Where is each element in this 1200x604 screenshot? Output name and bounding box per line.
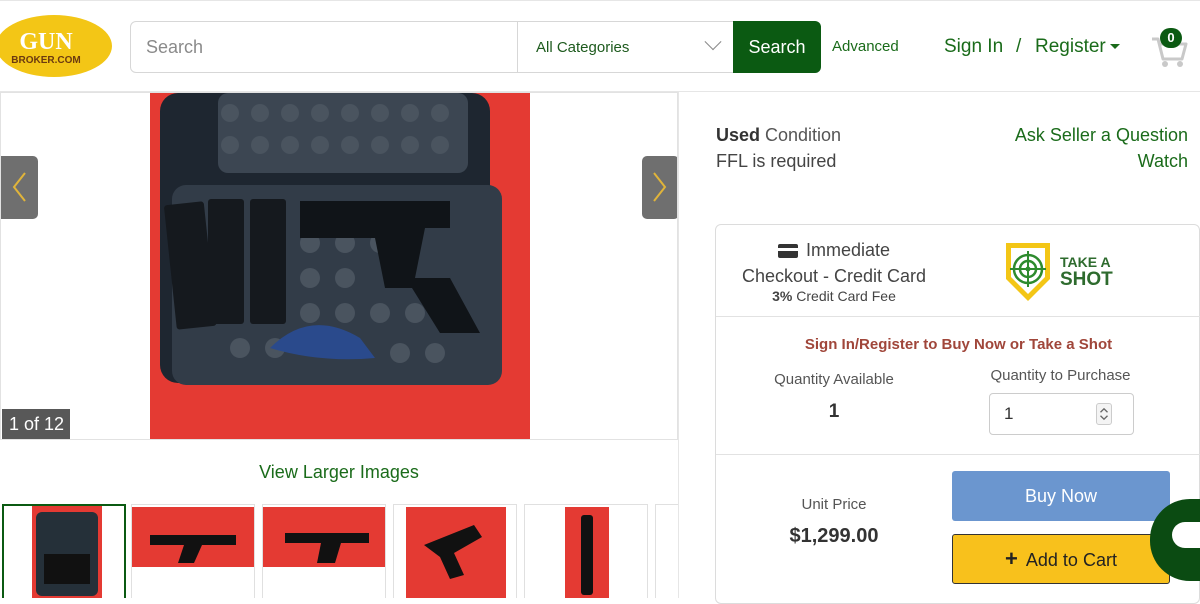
card-fee-text: 3% Credit Card Fee <box>716 288 952 304</box>
quantity-available-label: Quantity Available <box>774 371 894 388</box>
sign-in-link[interactable]: Sign In <box>944 36 1003 58</box>
register-label: Register <box>1035 36 1106 57</box>
checkout-info: Immediate Checkout - Credit Card <box>716 237 952 289</box>
thumbnail-strip <box>0 502 678 598</box>
main-product-photo[interactable] <box>150 93 530 440</box>
thumbnail-image <box>263 505 385 598</box>
logo-text-bottom: BROKER.COM <box>11 55 80 66</box>
card-fee-label: Credit Card Fee <box>792 288 896 304</box>
buy-box: Immediate Checkout - Credit Card 3% Cred… <box>715 224 1200 604</box>
image-counter: 1 of 12 <box>2 409 70 439</box>
site-header: GUN BROKER.COM All Categories Search Adv… <box>0 0 1200 92</box>
quantity-stepper-icon[interactable] <box>1096 403 1112 425</box>
sign-in-register-prompt[interactable]: Sign In/Register to Buy Now or Take a Sh… <box>716 336 1200 353</box>
watch-link[interactable]: Watch <box>1138 151 1188 172</box>
cart-count-badge: 0 <box>1160 28 1182 48</box>
take-a-shot-line1: TAKE A <box>1060 254 1111 270</box>
quantity-available-value: 1 <box>828 401 840 422</box>
unit-price-label: Unit Price <box>801 496 867 513</box>
buy-now-button[interactable]: Buy Now <box>952 471 1170 521</box>
thumbnail-image <box>132 505 254 598</box>
category-select[interactable]: All Categories <box>517 22 733 72</box>
condition-label: Condition <box>760 125 842 145</box>
unit-price-value: $1,299.00 <box>789 525 879 547</box>
thumbnail-6[interactable] <box>655 504 678 598</box>
column-divider <box>678 92 679 598</box>
card-fee-percent: 3% <box>772 288 793 304</box>
thumbnail-4[interactable] <box>393 504 517 598</box>
chat-bubble-icon <box>1172 522 1200 548</box>
category-select-value: All Categories <box>536 39 630 56</box>
quantity-to-purchase-label: Quantity to Purchase <box>990 367 1131 384</box>
thumbnail-3[interactable] <box>262 504 386 598</box>
next-image-button[interactable] <box>642 156 677 219</box>
register-link[interactable]: Register <box>1035 36 1120 58</box>
thumbnail-1[interactable] <box>2 504 126 598</box>
thumbnail-image <box>525 505 647 598</box>
caret-down-icon <box>1109 44 1120 50</box>
take-a-shot-logo[interactable]: TAKE A SHOT <box>998 239 1128 303</box>
condition-value: Used <box>716 125 761 145</box>
condition-text: Used Condition <box>716 125 841 146</box>
search-button[interactable]: Search <box>733 21 821 73</box>
thumbnail-image <box>394 505 516 598</box>
credit-card-icon <box>777 244 798 259</box>
quantity-input[interactable] <box>989 393 1134 435</box>
image-gallery <box>0 92 678 440</box>
checkout-line1: Immediate <box>805 240 891 260</box>
checkout-line2: Checkout - Credit Card <box>741 266 927 286</box>
search-bar: All Categories Search <box>130 21 821 73</box>
thumbnail-image <box>4 506 124 598</box>
advanced-search-link[interactable]: Advanced <box>832 38 899 55</box>
auth-separator: / <box>1016 36 1022 57</box>
chevron-left-icon <box>12 172 26 202</box>
buybox-divider <box>716 316 1200 317</box>
chevron-down-icon <box>704 33 722 51</box>
thumbnail-5[interactable] <box>524 504 648 598</box>
buybox-divider <box>716 454 1200 455</box>
ask-seller-link[interactable]: Ask Seller a Question <box>1015 125 1188 146</box>
prev-image-button[interactable] <box>1 156 38 219</box>
take-a-shot-line2: SHOT <box>1060 269 1113 290</box>
ffl-required-text: FFL is required <box>716 151 837 171</box>
plus-icon: + <box>1005 546 1018 571</box>
gunbroker-logo[interactable]: GUN BROKER.COM <box>0 13 112 79</box>
logo-text-top: GUN <box>19 29 73 55</box>
thumbnail-2[interactable] <box>131 504 255 598</box>
add-to-cart-label: Add to Cart <box>1025 550 1117 570</box>
search-input[interactable] <box>131 22 517 72</box>
chevron-right-icon <box>653 172 667 202</box>
add-to-cart-button[interactable]: + Add to Cart <box>952 534 1170 584</box>
view-larger-images-link[interactable]: View Larger Images <box>0 462 678 483</box>
